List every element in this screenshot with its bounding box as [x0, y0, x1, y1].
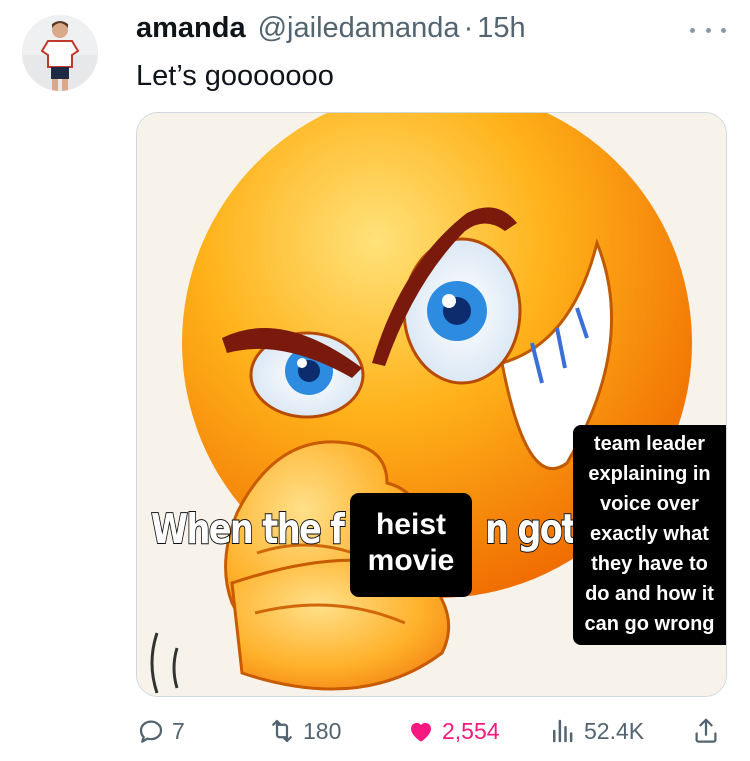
timestamp[interactable]: 15h	[477, 12, 525, 45]
display-name[interactable]: amanda	[136, 12, 246, 45]
heart-icon	[411, 722, 431, 742]
label-line: movie	[367, 544, 455, 577]
tweet-media[interactable]: When the f n got heist movie team leader…	[136, 112, 727, 697]
like-count: 2,554	[442, 717, 500, 744]
reply-icon	[139, 720, 163, 743]
meme-label-team-leader: team leader explaining in voice over exa…	[573, 425, 726, 645]
avatar-image	[22, 15, 98, 91]
more-icon[interactable]	[690, 20, 726, 40]
label-line: exactly what	[590, 523, 709, 545]
label-line: team leader	[593, 433, 706, 455]
tweet-header: amanda @jailedamanda · 15h	[136, 12, 526, 52]
retweet-count: 180	[303, 717, 342, 744]
share-icon	[695, 718, 717, 743]
user-handle[interactable]: @jailedamanda	[258, 12, 460, 45]
label-line: they have to	[591, 553, 708, 575]
reply-count: 7	[172, 717, 185, 744]
reply-button[interactable]: 7	[136, 708, 185, 754]
retweet-button[interactable]: 180	[267, 708, 341, 754]
meme-caption-left: When the f	[150, 504, 345, 554]
share-button[interactable]	[691, 708, 721, 754]
meme-caption-right: n got	[484, 504, 578, 554]
label-line: do and how it	[585, 583, 714, 605]
like-button[interactable]: 2,554	[406, 708, 500, 754]
tweet-text: Let’s gooooooo	[136, 60, 334, 92]
tweet-actions: 7 180 2,554 52.4K	[136, 708, 726, 754]
avatar[interactable]	[22, 15, 98, 91]
label-line: heist	[375, 508, 447, 541]
views-icon	[553, 719, 573, 743]
label-line: explaining in	[588, 463, 711, 485]
views-count: 52.4K	[584, 717, 645, 744]
separator-dot: ·	[463, 12, 474, 44]
views-button[interactable]: 52.4K	[548, 708, 644, 754]
retweet-icon	[272, 719, 292, 743]
label-line: can go wrong	[584, 613, 715, 635]
meme-label-heist: heist movie	[350, 493, 472, 597]
label-line: voice over	[600, 493, 699, 515]
